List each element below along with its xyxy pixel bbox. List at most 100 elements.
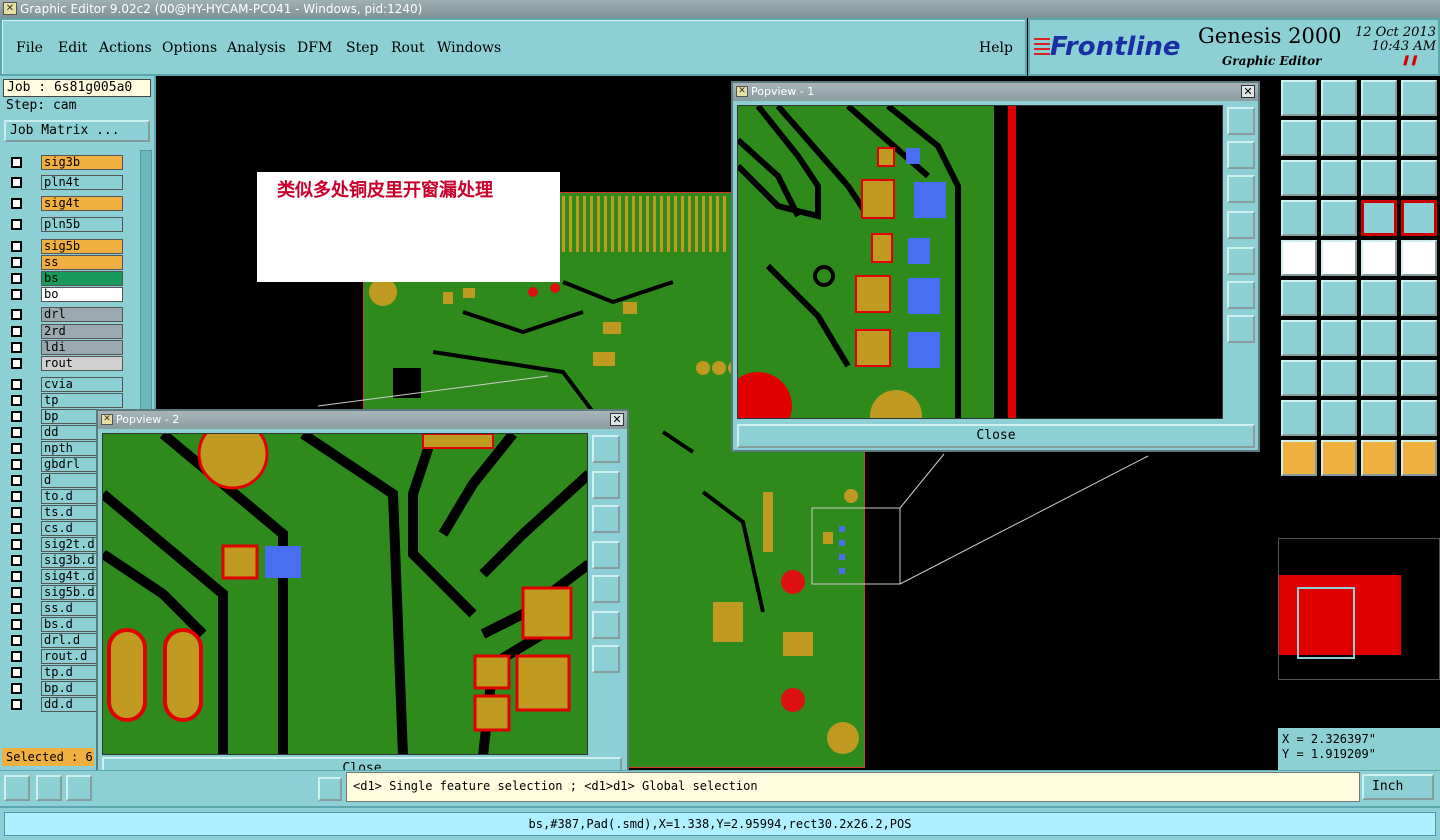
layer-name[interactable]: pln5b	[41, 217, 123, 232]
layer-name[interactable]: bs	[41, 271, 123, 286]
arch2-icon[interactable]	[1361, 400, 1397, 436]
layer-checkbox[interactable]	[11, 411, 22, 422]
popview-zoom-fit-icon[interactable]	[592, 435, 620, 463]
menu-file[interactable]: File	[16, 40, 43, 56]
popview-zoom-in-icon[interactable]	[592, 611, 620, 639]
layer-row[interactable]: pln4t	[7, 175, 123, 190]
layer-checkbox[interactable]	[11, 241, 22, 252]
info-icon[interactable]	[318, 777, 342, 801]
popview-pan-right-icon[interactable]	[1227, 247, 1255, 275]
layer-checkbox[interactable]	[11, 667, 22, 678]
menu-actions[interactable]: Actions	[99, 40, 152, 56]
pad-edit-icon[interactable]	[1281, 360, 1317, 396]
popview-1-titlebar[interactable]: ✕ Popview - 1 ✕	[733, 83, 1258, 101]
popview-zoom-out-icon[interactable]	[592, 645, 620, 673]
layer-row[interactable]: cvia	[7, 377, 123, 392]
angle-icon[interactable]	[1281, 320, 1317, 356]
layer-row[interactable]: sig4t	[7, 196, 123, 211]
move-icon[interactable]	[1361, 280, 1397, 316]
grid-icon[interactable]	[66, 775, 92, 801]
cut-icon[interactable]	[1321, 360, 1357, 396]
layer-checkbox[interactable]	[11, 587, 22, 598]
popview-zoom-fit-icon[interactable]	[1227, 107, 1255, 135]
layer-checkbox[interactable]	[11, 395, 22, 406]
layer-name[interactable]: tp	[41, 393, 123, 408]
layer-row[interactable]: ldi	[7, 340, 123, 355]
arch-icon[interactable]	[1321, 400, 1357, 436]
select-box-icon[interactable]	[1321, 440, 1357, 476]
popview-2-close-icon[interactable]: ✕	[610, 413, 624, 426]
popview-2-titlebar[interactable]: ✕ Popview - 2 ✕	[98, 411, 627, 429]
pan-right-icon[interactable]	[1321, 120, 1357, 156]
layer-name[interactable]: 2rd	[41, 324, 123, 339]
layer-row[interactable]: 2rd	[7, 324, 123, 339]
window-icon[interactable]	[1401, 80, 1437, 116]
overview-map[interactable]	[1278, 538, 1440, 680]
layer-checkbox[interactable]	[11, 326, 22, 337]
layer-row[interactable]: rout	[7, 356, 123, 371]
layer-checkbox[interactable]	[11, 289, 22, 300]
layer-checkbox[interactable]	[11, 475, 22, 486]
popview-pan-left-icon[interactable]	[1227, 211, 1255, 239]
layer-name[interactable]: ss	[41, 255, 123, 270]
layer-checkbox[interactable]	[11, 635, 22, 646]
layer-checkbox[interactable]	[11, 699, 22, 710]
menu-options[interactable]: Options	[162, 40, 217, 56]
move2-icon[interactable]	[1401, 280, 1437, 316]
arch3-icon[interactable]	[1401, 400, 1437, 436]
layer-checkbox[interactable]	[11, 273, 22, 284]
layer-checkbox[interactable]	[11, 379, 22, 390]
layer-name[interactable]: bo	[41, 287, 123, 302]
popview-zoom-out-icon[interactable]	[1227, 315, 1255, 343]
pad-add-icon[interactable]	[1281, 240, 1317, 276]
layer-row[interactable]: pln5b	[7, 217, 123, 232]
popview-pan-up-icon[interactable]	[1227, 141, 1255, 169]
menu-help[interactable]: Help	[979, 40, 1013, 56]
layer-row[interactable]: sig3b	[7, 155, 123, 170]
zoom-area-icon[interactable]	[4, 775, 30, 801]
layer-row[interactable]: sig5b	[7, 239, 123, 254]
line-add-icon[interactable]	[1321, 240, 1357, 276]
units-selector[interactable]: Inch	[1362, 774, 1434, 800]
layer-checkbox[interactable]	[11, 427, 22, 438]
popview-zoom-in-icon[interactable]	[1227, 281, 1255, 309]
layer-name[interactable]: sig3b	[41, 155, 123, 170]
zoom-fit-icon[interactable]	[1281, 160, 1317, 196]
cross-icon[interactable]	[1321, 280, 1357, 316]
layer-name[interactable]: rout	[41, 356, 123, 371]
layer-checkbox[interactable]	[11, 198, 22, 209]
route-icon[interactable]	[1401, 440, 1437, 476]
select-point-icon[interactable]	[1361, 440, 1397, 476]
layer-name[interactable]: sig5b	[41, 239, 123, 254]
layer-toggle-icon[interactable]	[1361, 200, 1397, 236]
layer-name[interactable]: ldi	[41, 340, 123, 355]
layer-checkbox[interactable]	[11, 555, 22, 566]
layer-checkbox[interactable]	[11, 309, 22, 320]
help-icon[interactable]	[1401, 160, 1437, 196]
menu-edit[interactable]: Edit	[58, 40, 87, 56]
popview-1-close-icon[interactable]: ✕	[1241, 85, 1255, 98]
menu-analysis[interactable]: Analysis	[227, 40, 286, 56]
overview-viewport[interactable]	[1297, 587, 1355, 659]
grid-icon[interactable]	[1321, 200, 1357, 236]
triangle-icon[interactable]	[1281, 400, 1317, 436]
scale-1-2-icon[interactable]	[1361, 160, 1397, 196]
layer-row[interactable]: tp	[7, 393, 123, 408]
layer-row[interactable]: bo	[7, 287, 123, 302]
nodes-icon[interactable]	[1281, 280, 1317, 316]
layer-checkbox[interactable]	[11, 342, 22, 353]
select-icon[interactable]	[1281, 440, 1317, 476]
layer-checkbox[interactable]	[11, 507, 22, 518]
layer-row[interactable]: drl	[7, 307, 123, 322]
rotate-icon[interactable]	[1361, 320, 1397, 356]
menu-windows[interactable]: Windows	[437, 40, 501, 56]
layer-checkbox[interactable]	[11, 571, 22, 582]
mirror-icon[interactable]	[1401, 320, 1437, 356]
layer-checkbox[interactable]	[11, 491, 22, 502]
popview-2-view[interactable]	[102, 433, 588, 755]
layer-name[interactable]: pln4t	[41, 175, 123, 190]
layer-checkbox[interactable]	[11, 619, 22, 630]
layer-row[interactable]: ss	[7, 255, 123, 270]
s-curve-icon[interactable]	[1401, 120, 1437, 156]
popview-1-close-button[interactable]: Close	[737, 424, 1255, 448]
